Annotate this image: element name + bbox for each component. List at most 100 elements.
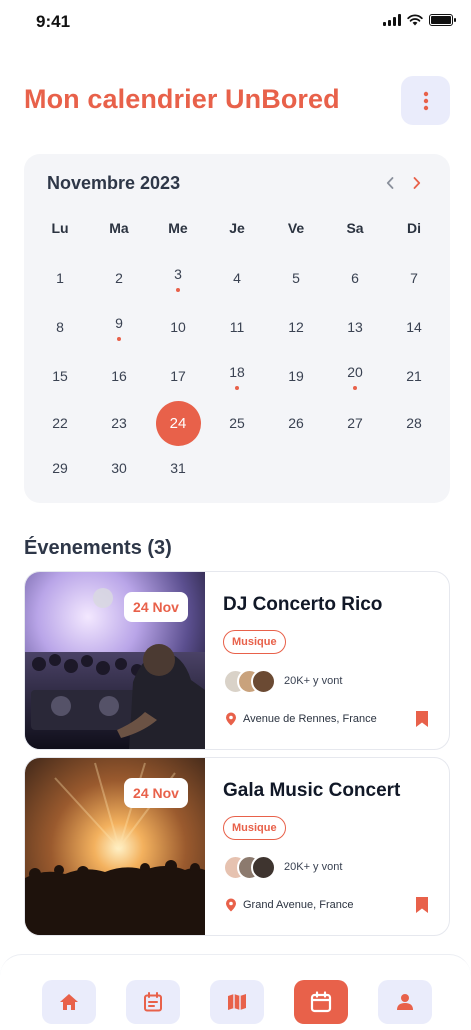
calendar-day[interactable]: 22	[38, 401, 82, 445]
location-pin-icon	[226, 712, 236, 726]
calendar-day-number: 11	[229, 319, 245, 335]
calendar: Novembre 2023 Lu Ma Me Je Ve Sa Di 12345…	[24, 154, 450, 503]
calendar-day[interactable]: 12	[274, 305, 318, 349]
calendar-day[interactable]: 3	[156, 256, 200, 300]
calendar-day-number: 10	[170, 319, 186, 335]
calendar-day-number: 16	[111, 368, 127, 384]
calendar-day-number: 20	[347, 364, 363, 380]
status-bar: 9:41	[0, 0, 471, 44]
calendar-day[interactable]: 31	[156, 446, 200, 490]
attendee-count: 20K+ y vont	[284, 675, 343, 687]
calendar-list-icon	[144, 992, 162, 1012]
calendar-day-number: 22	[52, 415, 68, 431]
avatar	[251, 855, 276, 880]
calendar-day-number: 2	[115, 270, 123, 286]
event-indicator-dot	[117, 337, 121, 341]
calendar-day[interactable]: 6	[333, 256, 377, 300]
calendar-day-number: 25	[229, 415, 245, 431]
calendar-day-number: 3	[174, 266, 182, 282]
attendee-avatars	[223, 669, 279, 695]
calendar-day-number: 26	[288, 415, 304, 431]
nav-calendar-button[interactable]	[294, 980, 348, 1024]
more-options-button[interactable]	[401, 76, 450, 125]
nav-profile-button[interactable]	[378, 980, 432, 1024]
calendar-day-number: 18	[229, 364, 245, 380]
calendar-day[interactable]: 5	[274, 256, 318, 300]
calendar-day[interactable]: 19	[274, 354, 318, 398]
bottom-navigation	[0, 954, 471, 1030]
calendar-day[interactable]: 10	[156, 305, 200, 349]
calendar-day-number: 8	[56, 319, 64, 335]
calendar-day-number: 15	[52, 368, 68, 384]
event-title: DJ Concerto Rico	[223, 594, 383, 615]
events-heading: Évenements (3)	[24, 537, 172, 559]
event-indicator-dot	[353, 386, 357, 390]
calendar-day[interactable]: 16	[97, 354, 141, 398]
calendar-day-number: 13	[347, 319, 363, 335]
calendar-day[interactable]: 27	[333, 401, 377, 445]
calendar-day-number: 9	[115, 315, 123, 331]
calendar-day[interactable]: 17	[156, 354, 200, 398]
calendar-day-number: 29	[52, 460, 68, 476]
attendee-avatars	[223, 855, 279, 881]
calendar-day-number: 23	[111, 415, 127, 431]
wifi-icon	[407, 14, 423, 26]
event-location: Avenue de Rennes, France	[243, 713, 377, 725]
calendar-day-number: 4	[233, 270, 241, 286]
calendar-day[interactable]: 23	[97, 401, 141, 445]
calendar-day[interactable]: 13	[333, 305, 377, 349]
calendar-day-number: 28	[406, 415, 422, 431]
calendar-day-number: 21	[406, 368, 422, 384]
calendar-day-number: 30	[111, 460, 127, 476]
calendar-day[interactable]: 9	[97, 305, 141, 349]
calendar-icon	[310, 991, 332, 1013]
event-category-tag[interactable]: Musique	[223, 630, 286, 654]
calendar-day[interactable]: 26	[274, 401, 318, 445]
calendar-day-number: 17	[170, 368, 186, 384]
profile-icon	[397, 994, 413, 1010]
calendar-day[interactable]: 14	[392, 305, 436, 349]
calendar-day[interactable]: 1	[38, 256, 82, 300]
event-location: Grand Avenue, France	[243, 899, 354, 911]
event-indicator-dot	[235, 386, 239, 390]
event-card[interactable]: 24 Nov DJ Concerto Rico Musique 20K+ y v…	[24, 571, 450, 750]
calendar-day-number: 31	[170, 460, 186, 476]
calendar-day[interactable]: 11	[215, 305, 259, 349]
nav-map-button[interactable]	[210, 980, 264, 1024]
calendar-day-number: 5	[292, 270, 300, 286]
calendar-day[interactable]: 4	[215, 256, 259, 300]
calendar-day-selected[interactable]: 24	[155, 400, 201, 446]
calendar-day-number: 12	[288, 319, 304, 335]
bookmark-icon[interactable]	[415, 710, 429, 728]
calendar-day[interactable]: 18	[215, 354, 259, 398]
calendar-day[interactable]: 8	[38, 305, 82, 349]
nav-agenda-button[interactable]	[126, 980, 180, 1024]
calendar-day-number: 6	[351, 270, 359, 286]
event-title: Gala Music Concert	[223, 780, 401, 801]
location-pin-icon	[226, 898, 236, 912]
calendar-day[interactable]: 28	[392, 401, 436, 445]
map-icon	[228, 994, 246, 1010]
home-icon	[60, 994, 78, 1010]
calendar-day[interactable]: 25	[215, 401, 259, 445]
event-card[interactable]: 24 Nov Gala Music Concert Musique 20K+ y…	[24, 757, 450, 936]
calendar-day-number: 19	[288, 368, 304, 384]
attendee-count: 20K+ y vont	[284, 861, 343, 873]
calendar-day[interactable]: 30	[97, 446, 141, 490]
calendar-day[interactable]: 21	[392, 354, 436, 398]
bookmark-icon[interactable]	[415, 896, 429, 914]
event-category-tag[interactable]: Musique	[223, 816, 286, 840]
calendar-day[interactable]: 15	[38, 354, 82, 398]
avatar	[251, 669, 276, 694]
calendar-day[interactable]: 20	[333, 354, 377, 398]
event-date-badge: 24 Nov	[124, 778, 188, 808]
calendar-day-number: 14	[406, 319, 422, 335]
more-vertical-icon	[423, 91, 428, 110]
battery-icon	[429, 14, 456, 26]
page-title: Mon calendrier UnBored	[24, 84, 340, 114]
calendar-day[interactable]: 2	[97, 256, 141, 300]
calendar-day[interactable]: 7	[392, 256, 436, 300]
calendar-day-number: 1	[56, 270, 64, 286]
calendar-day[interactable]: 29	[38, 446, 82, 490]
nav-home-button[interactable]	[42, 980, 96, 1024]
